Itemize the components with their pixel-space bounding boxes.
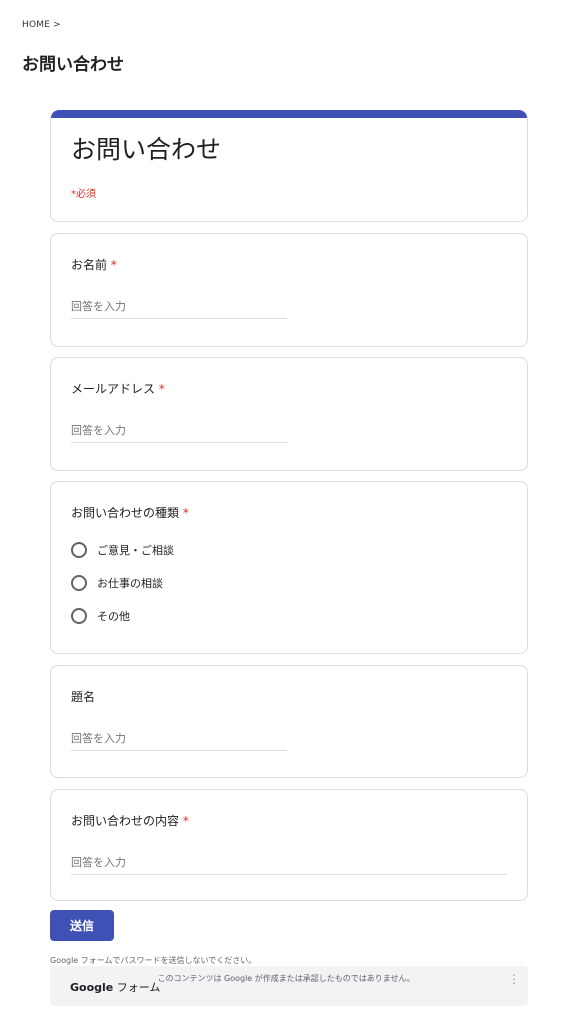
question-title-subject: 題名: [71, 688, 95, 705]
question-card-content: お問い合わせの内容 *: [50, 789, 528, 901]
name-input[interactable]: [71, 300, 287, 319]
question-label: 題名: [71, 690, 96, 704]
email-input[interactable]: [71, 424, 287, 443]
required-note: *必須: [71, 189, 96, 200]
required-asterisk: *: [110, 258, 117, 272]
radio-circle-icon[interactable]: [71, 608, 87, 624]
brand-forms: フォーム: [113, 981, 161, 994]
disclaimer-text: このコンテンツは Google が作成または承認したものではありません。: [157, 974, 415, 983]
required-asterisk: *: [158, 382, 165, 396]
radio-label: その他: [97, 610, 130, 623]
radio-option-other[interactable]: その他: [71, 608, 130, 624]
form-title: お問い合わせ: [71, 135, 222, 164]
submit-button[interactable]: 送信: [50, 910, 114, 941]
radio-circle-icon[interactable]: [71, 575, 87, 591]
radio-label: お仕事の相談: [97, 577, 163, 590]
question-label: お問い合わせの種類: [71, 506, 180, 520]
page-title: お問い合わせ: [22, 55, 124, 75]
password-notice: Google フォームでパスワードを送信しないでください。: [50, 956, 257, 965]
google-forms-logo[interactable]: Google フォーム: [70, 979, 160, 995]
more-vert-icon[interactable]: ⋮: [508, 973, 520, 985]
brand-google: Google: [70, 981, 114, 994]
question-title-type: お問い合わせの種類 *: [71, 504, 189, 521]
question-label: お名前: [71, 258, 108, 272]
breadcrumb[interactable]: HOME >: [22, 20, 61, 30]
subject-input[interactable]: [71, 732, 287, 751]
question-label: メールアドレス: [71, 382, 156, 396]
question-card-email: メールアドレス *: [50, 357, 528, 471]
question-card-name: お名前 *: [50, 233, 528, 347]
form-header-card: お問い合わせ *必須: [50, 110, 528, 222]
required-asterisk: *: [182, 814, 189, 828]
question-card-type: お問い合わせの種類 * ご意見・ご相談 お仕事の相談 その他: [50, 481, 528, 654]
radio-option-work[interactable]: お仕事の相談: [71, 575, 163, 591]
radio-option-opinion[interactable]: ご意見・ご相談: [71, 542, 174, 558]
google-forms-footer: Google フォーム このコンテンツは Google が作成または承認したもの…: [50, 966, 528, 1006]
required-asterisk: *: [182, 506, 189, 520]
form-accent-bar: [51, 110, 527, 118]
question-label: お問い合わせの内容: [71, 814, 180, 828]
question-card-subject: 題名: [50, 665, 528, 778]
radio-circle-icon[interactable]: [71, 542, 87, 558]
content-input[interactable]: [71, 856, 507, 875]
question-title-name: お名前 *: [71, 256, 117, 273]
question-title-content: お問い合わせの内容 *: [71, 812, 189, 829]
question-title-email: メールアドレス *: [71, 380, 165, 397]
radio-label: ご意見・ご相談: [97, 544, 174, 557]
